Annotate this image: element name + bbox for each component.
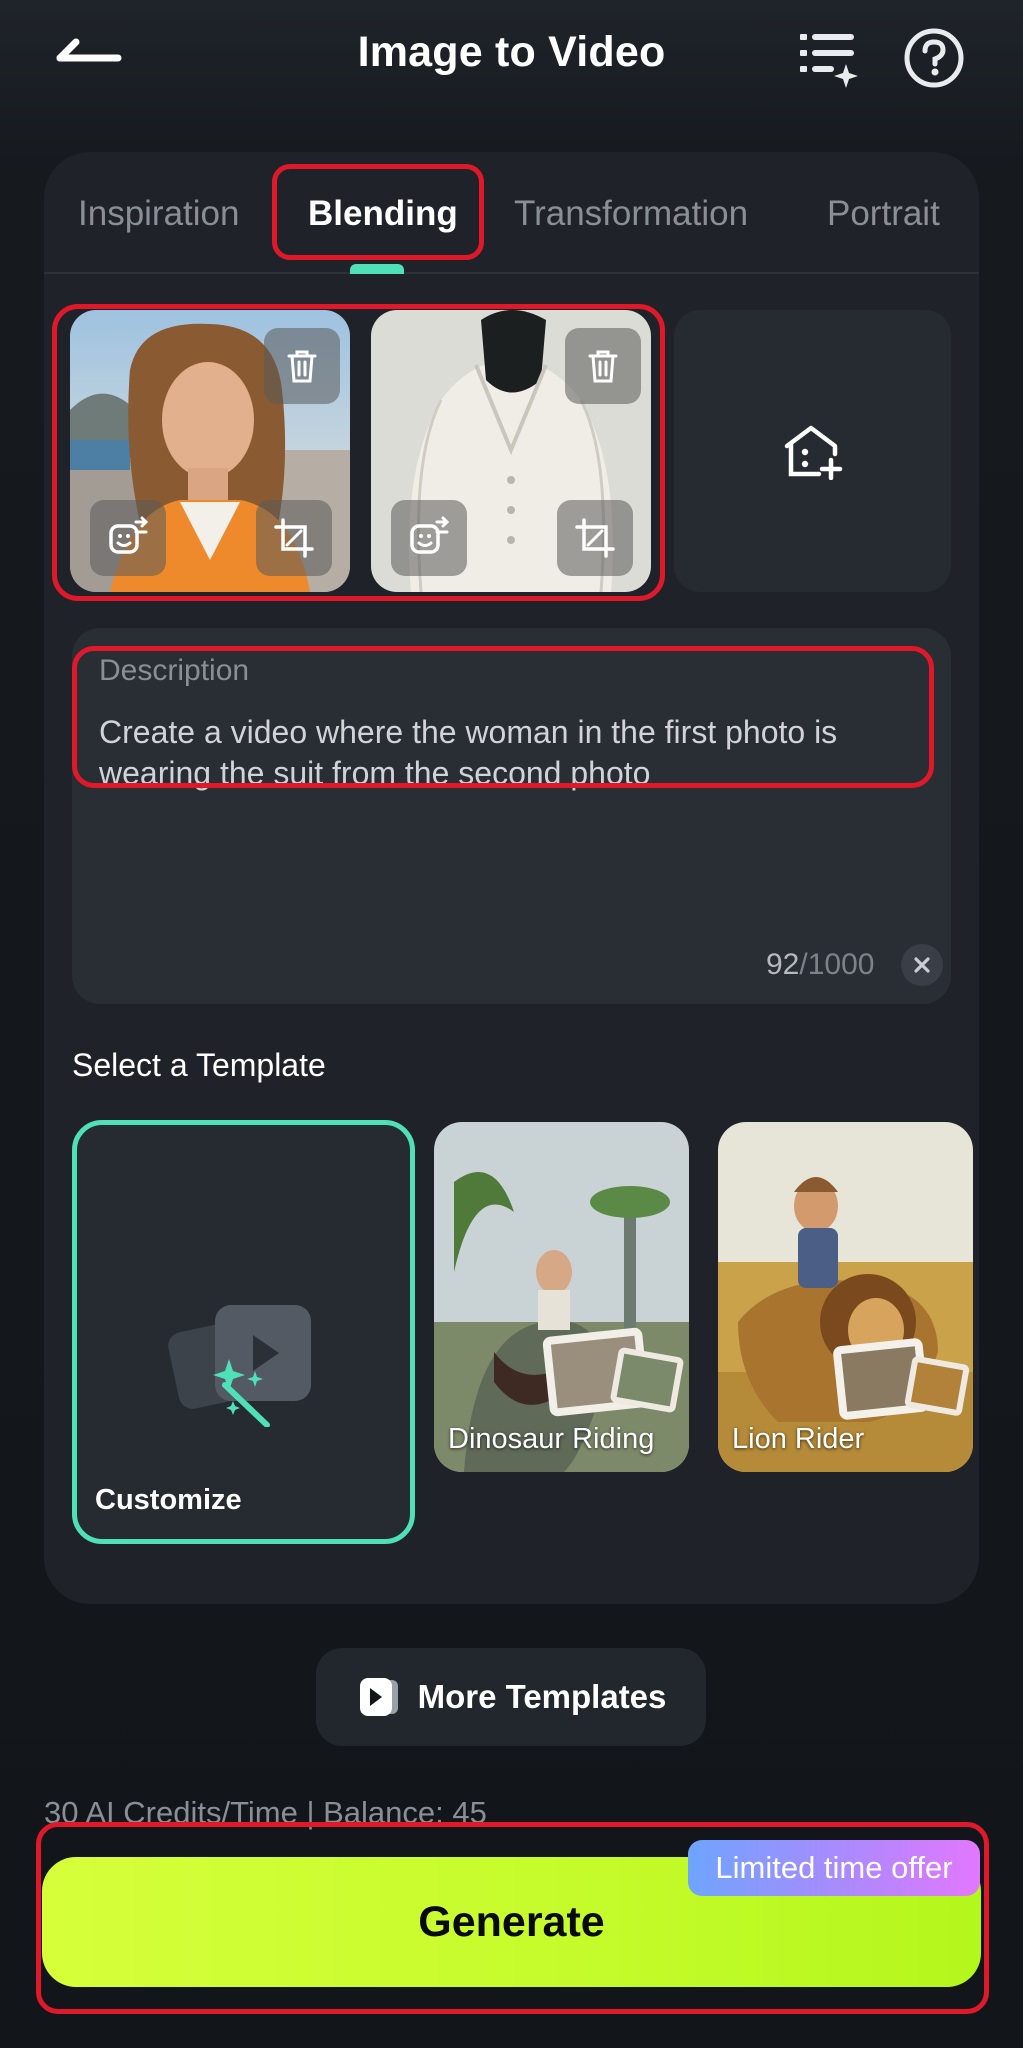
dinosaur-riding-thumbnail <box>434 1122 689 1472</box>
description-input[interactable]: Create a video where the woman in the fi… <box>99 712 929 794</box>
uploaded-image-suit[interactable] <box>371 310 651 592</box>
close-icon <box>914 957 930 973</box>
task-list-icon[interactable] <box>796 26 860 90</box>
mode-tabs: Inspiration Blending Transformation Port… <box>44 152 979 274</box>
add-image-slot[interactable] <box>674 310 951 592</box>
generate-label: Generate <box>418 1897 605 1946</box>
crop-image-button[interactable] <box>557 500 633 576</box>
tab-blending[interactable]: Blending <box>308 194 458 234</box>
crop-image-button[interactable] <box>256 500 332 576</box>
description-field[interactable]: Description Create a video where the wom… <box>72 628 951 1004</box>
delete-image-button[interactable] <box>565 328 641 404</box>
more-templates-label: More Templates <box>417 1678 667 1715</box>
magic-wand-icon <box>168 1305 311 1427</box>
trash-icon <box>588 350 618 383</box>
uploaded-image-woman[interactable] <box>70 310 350 592</box>
template-label: Dinosaur Riding <box>448 1423 655 1455</box>
active-tab-indicator <box>350 264 404 274</box>
replace-image-button[interactable] <box>90 500 166 576</box>
blending-panel: Inspiration Blending Transformation Port… <box>44 152 979 1604</box>
add-image-icon <box>784 425 842 480</box>
swap-image-icon <box>109 516 149 554</box>
character-counter: 92/1000 <box>766 948 875 981</box>
lion-rider-thumbnail <box>718 1122 973 1472</box>
tab-transformation[interactable]: Transformation <box>514 194 748 234</box>
crop-icon <box>274 518 314 558</box>
replace-image-button[interactable] <box>391 500 467 576</box>
template-label: Lion Rider <box>732 1423 865 1455</box>
templates-icon <box>359 1678 398 1716</box>
template-label: Customize <box>95 1484 242 1516</box>
template-dinosaur-riding[interactable]: Dinosaur Riding <box>434 1122 689 1472</box>
tab-inspiration[interactable]: Inspiration <box>78 194 239 234</box>
credits-info: 30 AI Credits/Time | Balance: 45 <box>44 1795 487 1830</box>
crop-icon <box>575 518 615 558</box>
limited-offer-badge: Limited time offer <box>688 1840 980 1896</box>
clear-text-button[interactable] <box>901 944 943 986</box>
tab-portrait[interactable]: Portrait <box>827 194 940 234</box>
description-label: Description <box>99 654 250 687</box>
page-title: Image to Video <box>357 28 666 76</box>
template-section-title: Select a Template <box>72 1047 326 1083</box>
offer-label: Limited time offer <box>715 1850 953 1885</box>
app-header: Image to Video <box>0 0 1023 115</box>
template-lion-rider[interactable]: Lion Rider <box>718 1122 973 1472</box>
template-customize[interactable]: Customize <box>72 1120 415 1544</box>
delete-image-button[interactable] <box>264 328 340 404</box>
help-icon[interactable] <box>902 26 966 90</box>
trash-icon <box>287 350 317 383</box>
more-templates-button[interactable]: More Templates <box>316 1648 706 1746</box>
swap-image-icon <box>410 516 450 554</box>
